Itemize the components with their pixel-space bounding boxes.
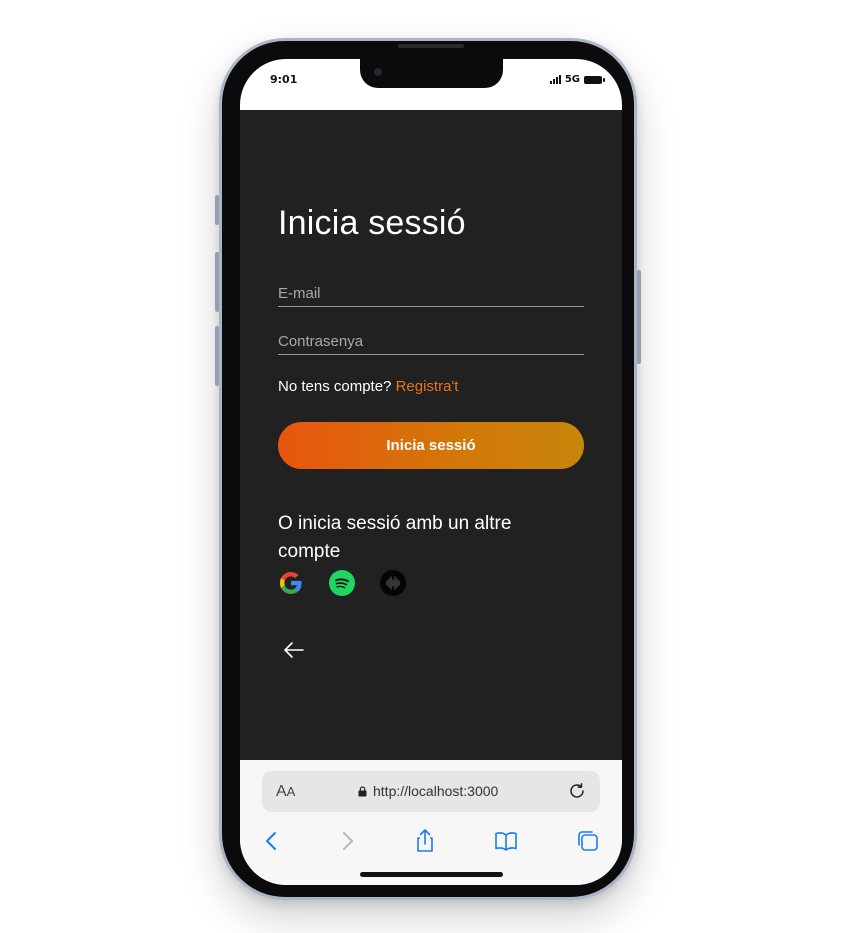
email-field-container [278, 282, 584, 307]
phone-screen: 9:01 5G Inicia sessió No tens c [240, 59, 622, 885]
battery-icon [584, 75, 605, 84]
password-field[interactable] [278, 330, 584, 352]
status-time: 9:01 [270, 73, 298, 86]
power-button [637, 270, 641, 364]
phone-frame: 9:01 5G Inicia sessió No tens c [215, 38, 641, 900]
lock-icon [358, 785, 367, 796]
signup-prompt: No tens compte? [278, 378, 392, 395]
phone-bezel: 9:01 5G Inicia sessió No tens c [222, 41, 634, 897]
network-label: 5G [564, 74, 580, 85]
tabs-icon[interactable] [574, 827, 602, 855]
silent-switch [215, 195, 219, 225]
browser-chrome: AA http://localhost:3000 [240, 760, 622, 885]
url-text: http://localhost:3000 [373, 783, 499, 799]
back-arrow-icon[interactable] [282, 638, 306, 662]
browser-toolbar [240, 824, 622, 860]
social-login-row [278, 570, 406, 596]
signup-prompt-row: No tens compte? Registra't [278, 378, 458, 395]
bookmarks-icon[interactable] [492, 827, 520, 855]
speaker-grille [398, 44, 464, 48]
page-title: Inicia sessió [278, 204, 466, 242]
volume-down-button [215, 326, 219, 386]
volume-up-button [215, 252, 219, 312]
password-field-container [278, 330, 584, 355]
signal-icon [549, 75, 561, 84]
login-button[interactable]: Inicia sessió [278, 422, 584, 469]
address-bar[interactable]: AA http://localhost:3000 [262, 771, 600, 812]
signup-link[interactable]: Registra't [396, 378, 459, 395]
notch [360, 59, 503, 88]
url-display[interactable]: http://localhost:3000 [358, 783, 498, 799]
share-icon[interactable] [411, 827, 439, 855]
email-field[interactable] [278, 282, 584, 304]
audio-wave-icon[interactable] [380, 570, 406, 596]
camera-icon [374, 68, 382, 76]
forward-icon[interactable] [333, 827, 361, 855]
home-indicator [360, 872, 503, 877]
status-indicators: 5G [549, 74, 605, 85]
login-screen: Inicia sessió No tens compte? Registra't… [240, 110, 622, 760]
alt-login-title: O inicia sessió amb un altre compte [278, 513, 512, 562]
reload-icon[interactable] [566, 780, 588, 802]
text-size-button[interactable]: AA [276, 783, 295, 801]
back-icon[interactable] [258, 827, 286, 855]
spotify-icon[interactable] [329, 570, 355, 596]
google-icon[interactable] [278, 570, 304, 596]
